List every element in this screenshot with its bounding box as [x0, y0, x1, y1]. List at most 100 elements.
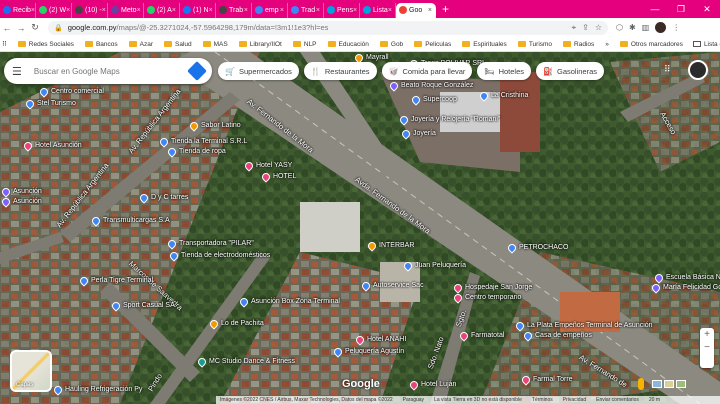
place-label[interactable]: Hotel Luján: [421, 381, 456, 389]
pegman-icon[interactable]: [638, 378, 644, 390]
tab-close-icon[interactable]: ×: [428, 7, 432, 14]
google-apps-icon[interactable]: ⠿: [664, 64, 674, 74]
place-label[interactable]: Farmatotal: [471, 332, 504, 340]
place-label[interactable]: Autoservice Sac: [373, 282, 424, 290]
place-label[interactable]: La Plata Empeños Terminal de Asunción: [527, 322, 653, 330]
browser-menu-icon[interactable]: ⋮: [672, 23, 680, 32]
hamburger-menu-icon[interactable]: ☰: [12, 65, 22, 78]
directions-icon[interactable]: [187, 61, 207, 81]
tab-close-icon[interactable]: ×: [172, 7, 176, 14]
category-chip[interactable]: 🛒 Supermercados: [218, 62, 299, 80]
bookmark-folder[interactable]: Peliculas: [414, 41, 451, 48]
bookmark-folder[interactable]: MAS: [202, 41, 228, 48]
footer-link[interactable]: Términos: [532, 397, 553, 403]
bookmark-folder[interactable]: Turismo: [517, 41, 552, 48]
map-canvas[interactable]: Av. Fernando de la Mora Avda. Fernando d…: [0, 52, 720, 404]
place-label[interactable]: Centro temporario: [465, 294, 521, 302]
new-tab-button[interactable]: +: [442, 2, 456, 16]
layer-thumb[interactable]: [652, 380, 662, 388]
layer-thumb[interactable]: [676, 380, 686, 388]
tab-close-icon[interactable]: ×: [102, 7, 106, 14]
profile-avatar[interactable]: [655, 22, 667, 33]
bookmark-folder[interactable]: Azar: [128, 41, 153, 48]
other-bookmarks[interactable]: Otros marcadores: [619, 41, 683, 48]
reload-icon[interactable]: ↻: [28, 22, 42, 33]
tab-close-icon[interactable]: ×: [209, 7, 213, 14]
tab-close-icon[interactable]: ×: [353, 7, 357, 14]
place-label[interactable]: Transportadora "PILAR": [179, 240, 254, 248]
bookmark-folder[interactable]: Espirituales: [462, 41, 507, 48]
place-label[interactable]: Joyería y Relojería "Romani": [411, 116, 500, 124]
place-label[interactable]: Asunción Box Zona Terminal: [251, 298, 340, 306]
layer-thumb[interactable]: [664, 380, 674, 388]
place-label[interactable]: Hotel ANAHI: [367, 336, 406, 344]
place-label[interactable]: Farmal Torre: [533, 376, 573, 384]
browser-tab[interactable]: Trad ×: [288, 2, 324, 18]
zoom-out-button[interactable]: −: [700, 341, 714, 354]
place-label[interactable]: Centro comercial: [51, 88, 104, 96]
place-label[interactable]: María Felicidad Gon: [663, 284, 720, 292]
tab-close-icon[interactable]: ×: [316, 7, 320, 14]
tab-close-icon[interactable]: ×: [388, 7, 392, 14]
layer-thumbnails[interactable]: [652, 380, 686, 388]
footer-link[interactable]: Paraguay: [403, 397, 424, 403]
browser-tab[interactable]: (2) W ×: [36, 2, 72, 18]
place-label[interactable]: Stel Turismo: [37, 100, 76, 108]
place-label[interactable]: Hauling Refrigeración Py: [65, 386, 142, 394]
place-label[interactable]: Perla Tigre Terminal: [91, 277, 153, 285]
browser-tab[interactable]: Goo ×: [396, 2, 436, 18]
place-label[interactable]: Tienda de ropa: [179, 148, 226, 156]
category-chip[interactable]: ⛽ Gasolineras: [536, 62, 605, 80]
category-chip[interactable]: 🍴 Restaurantes: [303, 62, 377, 80]
browser-tab[interactable]: (2) A ×: [144, 2, 180, 18]
bookmark-folder[interactable]: Bancos: [84, 41, 118, 48]
place-label[interactable]: Peluquería Agustín: [345, 348, 404, 356]
place-label[interactable]: Transmulticargas S.A: [103, 217, 170, 225]
location-icon[interactable]: ⌖: [572, 23, 577, 33]
place-label[interactable]: Supercoop: [423, 96, 457, 104]
minimize-icon[interactable]: —: [642, 4, 668, 15]
bookmark-folder[interactable]: Salud: [164, 41, 192, 48]
maximize-icon[interactable]: ❐: [668, 4, 694, 15]
place-label[interactable]: Escuela Básica N-1: [666, 274, 720, 282]
bookmark-folder[interactable]: Redes Sociales: [17, 41, 74, 48]
bookmark-folder[interactable]: Radios: [563, 41, 594, 48]
address-bar[interactable]: 🔒 google.com.py/maps/@-25.3271024,-57.59…: [48, 20, 608, 35]
place-label[interactable]: Asunción: [13, 198, 42, 206]
place-label[interactable]: INTERBAR: [379, 242, 414, 250]
browser-tab[interactable]: Recib ×: [0, 2, 36, 18]
tab-close-icon[interactable]: ×: [137, 7, 141, 14]
puzzle-icon[interactable]: ✱: [629, 23, 636, 32]
footer-link[interactable]: 20 m: [649, 397, 660, 403]
footer-link[interactable]: Enviar comentarios: [596, 397, 639, 403]
browser-tab[interactable]: emp ×: [252, 2, 288, 18]
footer-link[interactable]: La vista Tierra en 3D no está disponible: [434, 397, 522, 403]
place-label[interactable]: Sabor Latino: [201, 122, 241, 130]
place-label[interactable]: HOTEL: [273, 173, 296, 181]
more-bookmarks-button[interactable]: »: [605, 41, 609, 48]
category-chip[interactable]: 🛏 Hoteles: [477, 62, 532, 80]
layers-button[interactable]: Capas: [10, 350, 52, 392]
footer-link[interactable]: Imágenes ©2022 CNES / Airbus, Maxar Tech…: [220, 397, 393, 403]
browser-tab[interactable]: Pens ×: [324, 2, 360, 18]
footer-link[interactable]: Privacidad: [563, 397, 586, 403]
bookmark-folder[interactable]: Gob: [379, 41, 403, 48]
apps-shortcut-icon[interactable]: ⠿: [2, 40, 7, 48]
extension-icon[interactable]: ⬡: [616, 23, 623, 32]
place-label[interactable]: D y C tarres: [151, 194, 188, 202]
place-label[interactable]: Lo de Pachita: [221, 320, 264, 328]
place-label[interactable]: Beato Roque González: [401, 82, 473, 90]
place-label[interactable]: MC Studio Dance & Fitness: [209, 358, 295, 366]
tab-close-icon[interactable]: ×: [66, 7, 70, 14]
place-label[interactable]: Sport Casual SA: [123, 302, 175, 310]
place-label[interactable]: Hotel YASY: [256, 162, 292, 170]
tab-close-icon[interactable]: ×: [244, 7, 248, 14]
browser-tab[interactable]: Lista ×: [360, 2, 396, 18]
place-label[interactable]: Hospedaje San Jorge: [465, 284, 532, 292]
browser-tab[interactable]: Trab ×: [216, 2, 252, 18]
reading-list[interactable]: Lista de lectura: [692, 41, 720, 48]
bookmark-star-icon[interactable]: ☆: [595, 23, 602, 33]
forward-icon[interactable]: →: [14, 23, 28, 33]
place-label[interactable]: Tienda la Terminal S.R.L: [171, 138, 247, 146]
maps-search-box[interactable]: ☰ Buscar en Google Maps: [4, 58, 212, 84]
